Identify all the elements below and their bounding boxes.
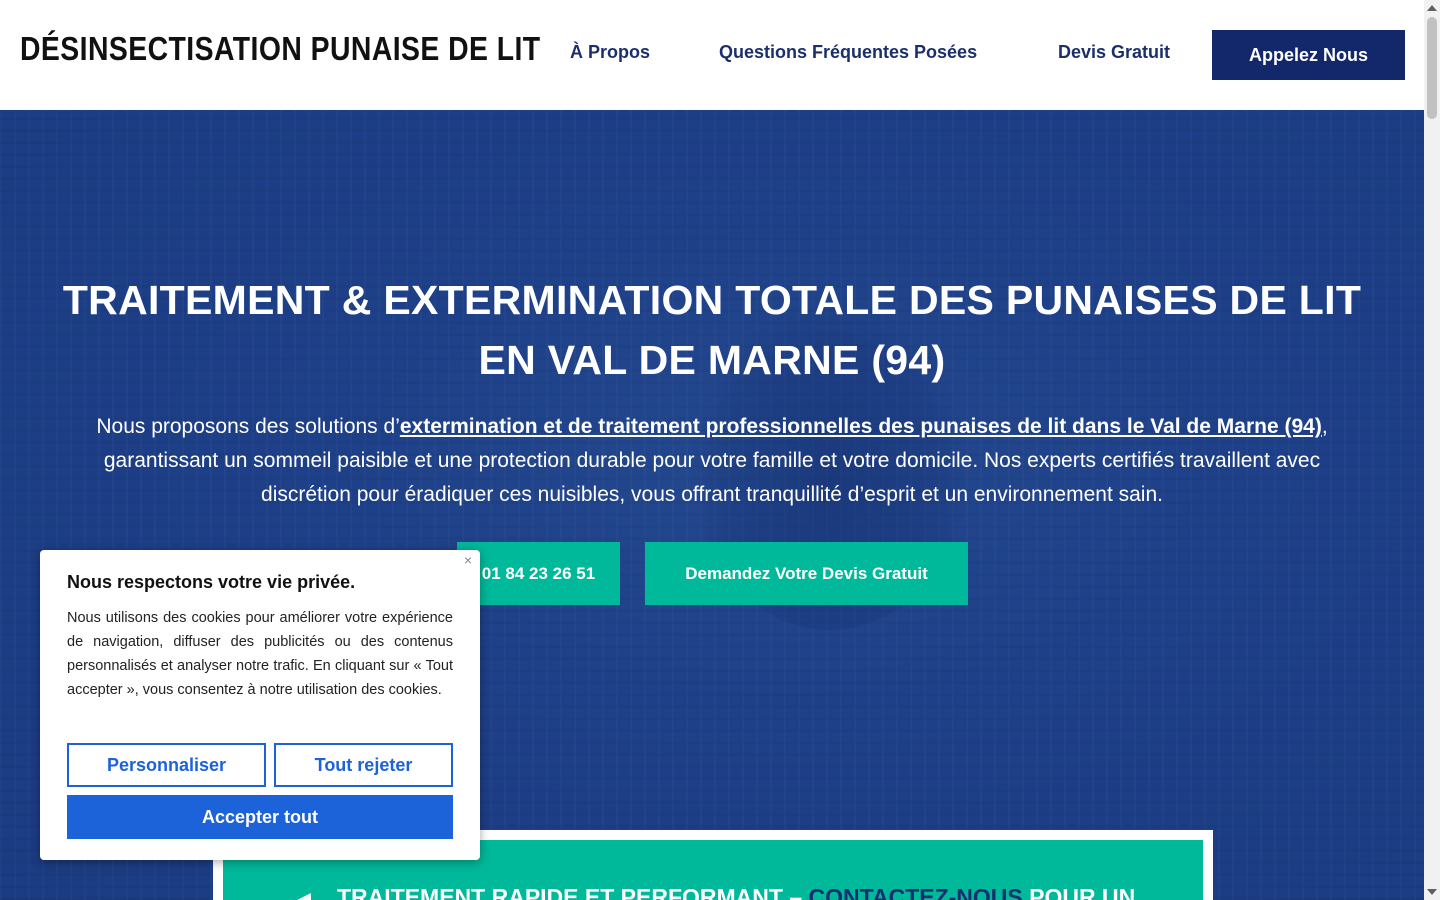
customize-button[interactable]: Personnaliser — [67, 743, 266, 787]
hero-title: TRAITEMENT & EXTERMINATION TOTALE DES PU… — [62, 277, 1362, 383]
call-us-button[interactable]: Appelez Nous — [1212, 30, 1405, 80]
site-header: DÉSINSECTISATION PUNAISE DE LIT À Propos… — [0, 0, 1424, 110]
site-logo[interactable]: DÉSINSECTISATION PUNAISE DE LIT — [20, 30, 541, 68]
phone-button[interactable]: 01 84 23 26 51 — [457, 542, 620, 605]
scroll-up-arrow-icon[interactable] — [1427, 5, 1437, 11]
hero-desc-highlight-link[interactable]: extermination et de traitement professio… — [400, 415, 1322, 438]
cookie-consent-dialog: × Nous respectons votre vie privée. Nous… — [40, 550, 480, 860]
arrow-left-icon — [297, 893, 311, 900]
reject-all-button[interactable]: Tout rejeter — [274, 743, 453, 787]
nav-faq-link[interactable]: Questions Fréquentes Posées — [719, 42, 977, 63]
page-scrollbar[interactable] — [1424, 0, 1440, 900]
accept-all-button[interactable]: Accepter tout — [67, 795, 453, 839]
promo-text-end: POUR UN — [1022, 884, 1136, 900]
close-icon[interactable]: × — [460, 552, 476, 568]
promo-contact-link[interactable]: CONTACTEZ-NOUS — [809, 884, 1023, 900]
scrollbar-thumb[interactable] — [1427, 17, 1437, 119]
hero-desc-prefix: Nous proposons des solutions d’ — [96, 415, 400, 438]
nav-about-link[interactable]: À Propos — [570, 42, 650, 63]
promo-text-start: TRAITEMENT RAPIDE ET PERFORMANT – — [337, 884, 809, 900]
scroll-down-arrow-icon[interactable] — [1427, 889, 1437, 895]
request-quote-button[interactable]: Demandez Votre Devis Gratuit — [645, 542, 968, 605]
hero-description: Nous proposons des solutions d’extermina… — [80, 410, 1344, 512]
cookie-title: Nous respectons votre vie privée. — [67, 572, 356, 592]
nav-quote-link[interactable]: Devis Gratuit — [1058, 42, 1170, 63]
cookie-text: Nous utilisons des cookies pour améliore… — [67, 610, 453, 698]
promo-text: TRAITEMENT RAPIDE ET PERFORMANT – CONTAC… — [337, 884, 1135, 900]
